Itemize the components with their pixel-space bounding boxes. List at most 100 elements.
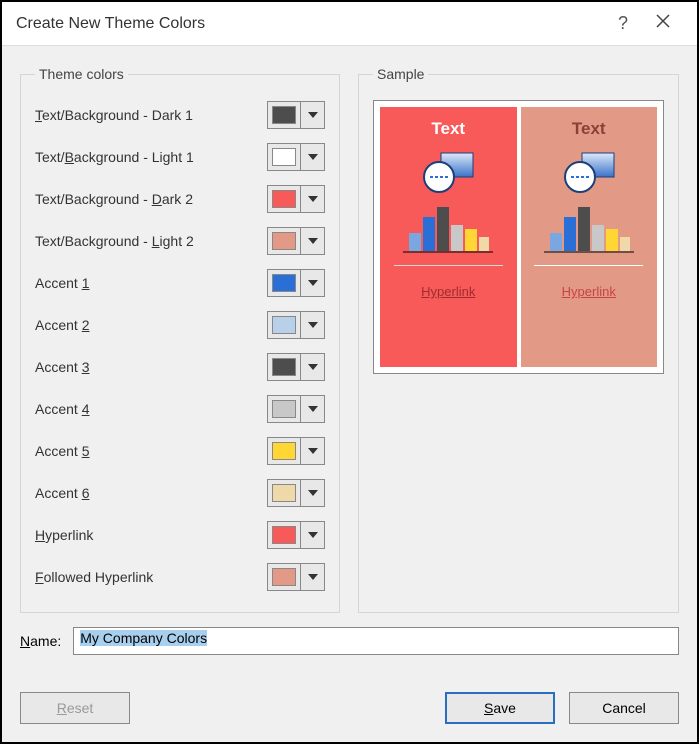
- color-picker[interactable]: [267, 311, 325, 339]
- dropdown-caret-button[interactable]: [301, 479, 325, 507]
- color-picker[interactable]: [267, 185, 325, 213]
- sample-text-label: Text: [572, 119, 606, 139]
- color-swatch-button[interactable]: [267, 185, 301, 213]
- color-swatch-button[interactable]: [267, 521, 301, 549]
- sample-shapes-icon: [419, 151, 477, 195]
- color-picker[interactable]: [267, 521, 325, 549]
- color-swatch-button[interactable]: [267, 311, 301, 339]
- color-row: Hyperlink: [35, 514, 325, 556]
- sample-legend: Sample: [373, 66, 428, 82]
- dropdown-caret-button[interactable]: [301, 227, 325, 255]
- help-button[interactable]: ?: [603, 13, 643, 34]
- color-picker[interactable]: [267, 479, 325, 507]
- color-swatch-button[interactable]: [267, 437, 301, 465]
- sample-hyperlink-label: Hyperlink: [421, 284, 475, 299]
- color-row: Accent 6: [35, 472, 325, 514]
- color-label: Accent 2: [35, 317, 267, 333]
- name-label: Name:: [20, 633, 61, 649]
- color-row: Text/Background - Light 2: [35, 220, 325, 262]
- close-button[interactable]: [643, 13, 683, 34]
- color-swatch: [272, 232, 296, 250]
- color-label: Text/Background - Light 2: [35, 233, 267, 249]
- chevron-down-icon: [308, 154, 318, 160]
- color-label: Accent 4: [35, 401, 267, 417]
- color-swatch-button[interactable]: [267, 269, 301, 297]
- color-picker[interactable]: [267, 143, 325, 171]
- color-swatch-button[interactable]: [267, 101, 301, 129]
- dropdown-caret-button[interactable]: [301, 269, 325, 297]
- color-label: Text/Background - Light 1: [35, 149, 267, 165]
- color-swatch: [272, 148, 296, 166]
- sample-chart-icon: [544, 203, 634, 255]
- dropdown-caret-button[interactable]: [301, 395, 325, 423]
- sample-divider: [394, 265, 503, 266]
- color-row: Text/Background - Light 1: [35, 136, 325, 178]
- color-row: Accent 3: [35, 346, 325, 388]
- color-swatch-button[interactable]: [267, 353, 301, 381]
- sample-preview: Text Hyperlink Text: [373, 100, 664, 374]
- dropdown-caret-button[interactable]: [301, 185, 325, 213]
- color-swatch-button[interactable]: [267, 227, 301, 255]
- chevron-down-icon: [308, 532, 318, 538]
- chevron-down-icon: [308, 196, 318, 202]
- dialog-title: Create New Theme Colors: [16, 15, 603, 33]
- chevron-down-icon: [308, 238, 318, 244]
- cancel-button[interactable]: Cancel: [569, 692, 679, 724]
- color-picker[interactable]: [267, 395, 325, 423]
- color-label: Text/Background - Dark 1: [35, 107, 267, 123]
- color-swatch-button[interactable]: [267, 563, 301, 591]
- color-swatch: [272, 484, 296, 502]
- theme-colors-group: Theme colors Text/Background - Dark 1 Te…: [20, 66, 340, 613]
- color-picker[interactable]: [267, 269, 325, 297]
- color-row: Accent 1: [35, 262, 325, 304]
- color-label: Text/Background - Dark 2: [35, 191, 267, 207]
- color-picker[interactable]: [267, 353, 325, 381]
- color-picker[interactable]: [267, 563, 325, 591]
- sample-group: Sample Text Hyperlink Text: [358, 66, 679, 613]
- save-button[interactable]: Save: [445, 692, 555, 724]
- chevron-down-icon: [308, 490, 318, 496]
- color-swatch-button[interactable]: [267, 143, 301, 171]
- color-row: Followed Hyperlink: [35, 556, 325, 598]
- color-row: Text/Background - Dark 2: [35, 178, 325, 220]
- color-swatch: [272, 106, 296, 124]
- color-swatch: [272, 316, 296, 334]
- dropdown-caret-button[interactable]: [301, 311, 325, 339]
- color-row: Text/Background - Dark 1: [35, 94, 325, 136]
- color-picker[interactable]: [267, 437, 325, 465]
- chevron-down-icon: [308, 406, 318, 412]
- dropdown-caret-button[interactable]: [301, 563, 325, 591]
- sample-text-label: Text: [431, 119, 465, 139]
- dropdown-caret-button[interactable]: [301, 437, 325, 465]
- color-picker[interactable]: [267, 227, 325, 255]
- color-swatch-button[interactable]: [267, 479, 301, 507]
- dropdown-caret-button[interactable]: [301, 143, 325, 171]
- chevron-down-icon: [308, 364, 318, 370]
- color-swatch: [272, 526, 296, 544]
- color-swatch: [272, 400, 296, 418]
- sample-divider: [534, 265, 643, 266]
- color-label: Accent 6: [35, 485, 267, 501]
- color-swatch: [272, 442, 296, 460]
- color-swatch: [272, 274, 296, 292]
- dropdown-caret-button[interactable]: [301, 101, 325, 129]
- chevron-down-icon: [308, 112, 318, 118]
- close-icon: [655, 13, 671, 29]
- chevron-down-icon: [308, 448, 318, 454]
- sample-panel-light: Text Hyperlink: [521, 107, 658, 367]
- color-label: Accent 1: [35, 275, 267, 291]
- color-swatch-button[interactable]: [267, 395, 301, 423]
- sample-hyperlink-label: Hyperlink: [562, 284, 616, 299]
- sample-panel-dark: Text Hyperlink: [380, 107, 517, 367]
- color-picker[interactable]: [267, 101, 325, 129]
- reset-button: Reset: [20, 692, 130, 724]
- chevron-down-icon: [308, 574, 318, 580]
- color-label: Accent 3: [35, 359, 267, 375]
- sample-chart-icon: [403, 203, 493, 255]
- color-swatch: [272, 568, 296, 586]
- dropdown-caret-button[interactable]: [301, 353, 325, 381]
- name-input[interactable]: My Company Colors: [73, 627, 679, 655]
- color-label: Followed Hyperlink: [35, 569, 267, 585]
- dropdown-caret-button[interactable]: [301, 521, 325, 549]
- create-theme-colors-dialog: Create New Theme Colors ? Theme colors T…: [0, 0, 699, 744]
